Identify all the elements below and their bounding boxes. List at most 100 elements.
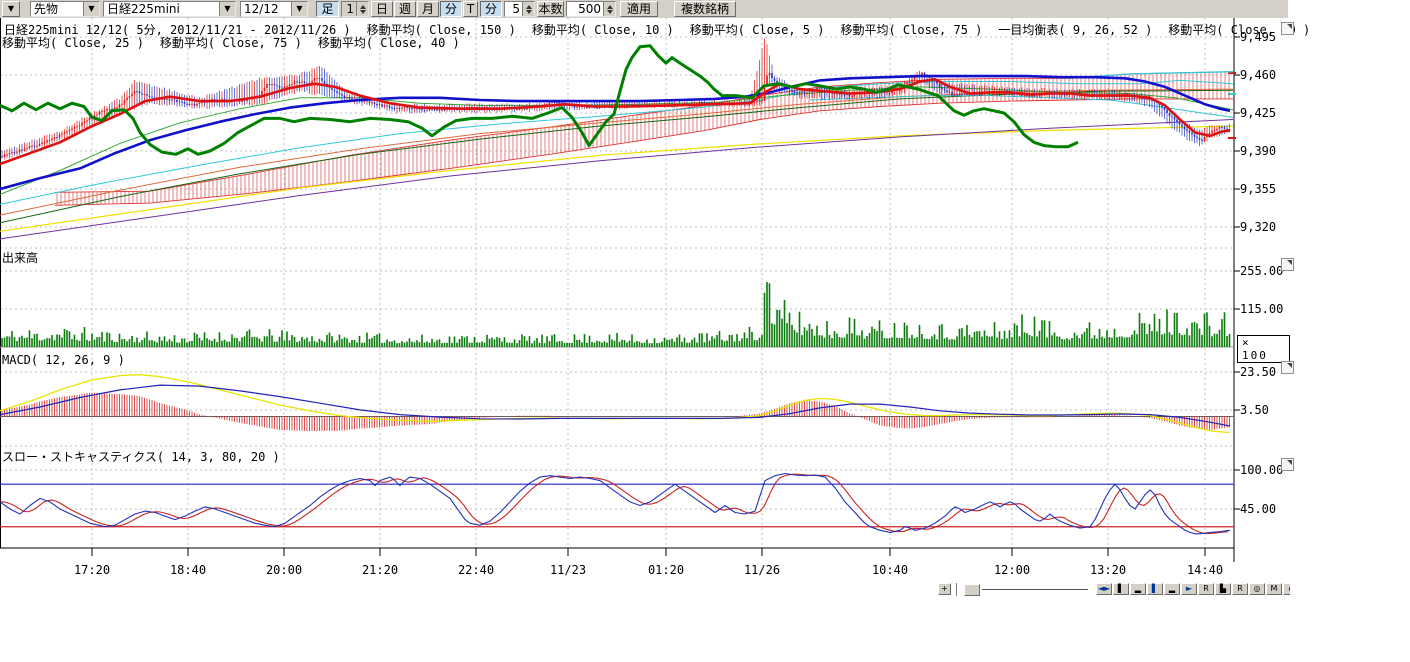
period-month-button[interactable]: 月 — [417, 1, 439, 17]
time-axis-label: 17:20 — [74, 563, 110, 577]
minute-mode-button[interactable]: 分 — [480, 1, 502, 17]
ma150-yellow-line — [0, 126, 1233, 231]
minutes-spinner[interactable]: 5 — [504, 1, 535, 17]
legend-item: 移動平均( Close, 75 ) — [160, 34, 302, 51]
axis-label: 9,495 — [1240, 30, 1276, 44]
time-axis-label: 11/23 — [550, 563, 586, 577]
time-axis-label: 20:00 — [266, 563, 302, 577]
pane-collapse-button[interactable] — [1281, 458, 1294, 471]
axis-label: 255.00 — [1240, 264, 1283, 278]
axis-label: 9,390 — [1240, 144, 1276, 158]
scroll-track[interactable] — [982, 589, 1088, 590]
collapse-arrow-icon — [1287, 260, 1292, 265]
pane-collapse-button[interactable] — [1281, 22, 1294, 35]
chevron-down-icon[interactable]: ▼ — [291, 2, 307, 16]
chart-app-window: ▼ 先物 ▼ 日経225mini ▼ 12/12 ▼ 足 1 日 週 月 分 T… — [0, 0, 1290, 600]
nav-button-5[interactable]: ► — [1181, 583, 1197, 595]
nav-button-8[interactable]: R — [1232, 583, 1248, 595]
period-tick-button[interactable]: T — [463, 1, 478, 17]
zoom-plus-button[interactable]: + — [938, 583, 951, 595]
nav-button-9[interactable]: ◎ — [1249, 583, 1265, 595]
multiplier-value: 1 — [342, 2, 356, 16]
stochastics-pane — [0, 474, 1234, 534]
legend-item: 移動平均( Close, 25 ) — [2, 34, 144, 51]
axis-label: 9,355 — [1240, 182, 1276, 196]
multiplier-spinner[interactable]: 1 — [341, 1, 369, 17]
collapse-arrow-icon — [1287, 460, 1292, 465]
apply-button[interactable]: 適用 — [620, 1, 658, 17]
spinner-updown-icon[interactable] — [522, 2, 534, 16]
time-axis-label: 10:40 — [872, 563, 908, 577]
pane-collapse-button[interactable] — [1281, 258, 1294, 271]
minutes-value: 5 — [505, 2, 522, 16]
category-value: 先物 — [31, 2, 83, 16]
axis-label: 9,425 — [1240, 106, 1276, 120]
axis-label: 23.50 — [1240, 365, 1276, 379]
ma-purple-line — [0, 120, 1233, 239]
spinner-updown-icon[interactable] — [603, 2, 615, 16]
chevron-down-icon[interactable]: ▼ — [219, 2, 235, 16]
pane-collapse-button[interactable] — [1281, 361, 1294, 374]
macd-line — [0, 375, 1230, 433]
bottom-nav-bar: +◄►▌▂▌▂►R▙R◎M▸ — [938, 583, 1290, 597]
nav-button-0[interactable]: ◄► — [1096, 583, 1112, 595]
volume-multiplier-box: × 100 — [1237, 335, 1290, 363]
axis-label: 9,460 — [1240, 68, 1276, 82]
axis-label: 115.00 — [1240, 302, 1283, 316]
macd-pane-label: MACD( 12, 26, 9 ) — [2, 353, 125, 367]
time-axis-label: 14:40 — [1187, 563, 1223, 577]
multi-symbol-button[interactable]: 複数銘柄 — [674, 1, 736, 17]
axis-label: 100.00 — [1240, 463, 1283, 477]
period-week-button[interactable]: 週 — [394, 1, 416, 17]
legend-row-2: 移動平均( Close, 25 ) 移動平均( Close, 75 ) 移動平均( … — [2, 34, 460, 51]
axis-label: 9,320 — [1240, 220, 1276, 234]
nav-button-7[interactable]: ▙ — [1215, 583, 1231, 595]
contract-month-value: 12/12 — [241, 2, 291, 16]
legend-item: 移動平均( Close, 75 ) — [840, 21, 982, 38]
macd-pane — [0, 375, 1234, 433]
chart-canvas — [0, 0, 1290, 600]
chevron-down-icon[interactable]: ▼ — [83, 2, 99, 16]
bar-count-spinner[interactable]: 500 — [566, 1, 616, 17]
stochastics-pane-label: スロー・ストキャスティクス( 14, 3, 80, 20 ) — [2, 448, 280, 465]
time-axis-label: 12:00 — [994, 563, 1030, 577]
nav-button-10[interactable]: M — [1266, 583, 1282, 595]
contract-month-combobox[interactable]: 12/12 ▼ — [240, 1, 308, 17]
axis-label: 3.50 — [1240, 403, 1269, 417]
stoch-k-line — [0, 474, 1230, 534]
divider — [956, 583, 957, 596]
bar-count-label-button[interactable]: 本数 — [537, 1, 564, 17]
volume-bars — [0, 282, 1234, 347]
volume-pane-label: 出来高 — [2, 249, 38, 266]
symbol-combobox[interactable]: 日経225mini ▼ — [103, 1, 236, 17]
category-combobox[interactable]: 先物 ▼ — [30, 1, 100, 17]
axis-label: 45.00 — [1240, 502, 1276, 516]
nav-button-1[interactable]: ▌ — [1113, 583, 1129, 595]
partial-combo-dropdown-icon[interactable]: ▼ — [2, 1, 20, 17]
nav-button-4[interactable]: ▂ — [1164, 583, 1180, 595]
collapse-arrow-icon — [1287, 24, 1292, 29]
period-day-button[interactable]: 日 — [371, 1, 393, 17]
nav-button-6[interactable]: R — [1198, 583, 1214, 595]
scroll-handle[interactable] — [964, 584, 980, 596]
time-axis-label: 11/26 — [744, 563, 780, 577]
stoch-d-line — [0, 474, 1228, 533]
legend-item: 移動平均( Close, 10 ) — [532, 21, 674, 38]
nav-button-11[interactable]: ▸ — [1283, 583, 1290, 595]
time-axis-label: 18:40 — [170, 563, 206, 577]
nav-button-3[interactable]: ▌ — [1147, 583, 1163, 595]
symbol-value: 日経225mini — [104, 2, 219, 16]
legend-item: 一目均衡表( 9, 26, 52 ) — [998, 21, 1152, 38]
toolbar: ▼ 先物 ▼ 日経225mini ▼ 12/12 ▼ 足 1 日 週 月 分 T… — [0, 0, 1288, 18]
spinner-updown-icon[interactable] — [356, 2, 368, 16]
ashi-button[interactable]: 足 — [316, 1, 339, 17]
legend-item: 移動平均( Close, 5 ) — [690, 21, 825, 38]
time-axis-label: 13:20 — [1090, 563, 1126, 577]
collapse-arrow-icon — [1287, 363, 1292, 368]
time-axis-label: 01:20 — [648, 563, 684, 577]
legend-item: 移動平均( Close, 40 ) — [318, 34, 460, 51]
time-axis-label: 22:40 — [458, 563, 494, 577]
bar-count-value: 500 — [567, 2, 603, 16]
period-minute-button[interactable]: 分 — [440, 1, 462, 17]
nav-button-2[interactable]: ▂ — [1130, 583, 1146, 595]
